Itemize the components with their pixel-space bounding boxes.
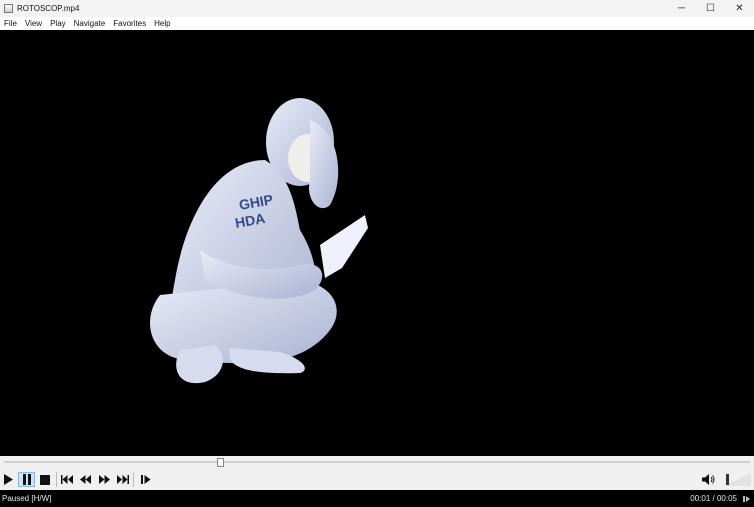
volume-slider[interactable] <box>722 471 752 487</box>
rewind-icon <box>80 475 91 484</box>
pause-button[interactable] <box>18 472 35 487</box>
time-readout: 00:01 / 00:05 <box>690 494 737 503</box>
menu-bar: File View Play Navigate Favorites Help <box>0 17 754 30</box>
skip-back-button[interactable] <box>58 472 75 487</box>
seek-thumb[interactable] <box>217 458 225 467</box>
menu-play[interactable]: Play <box>46 19 70 28</box>
play-button[interactable] <box>0 472 17 487</box>
minimize-button[interactable]: ─ <box>667 0 696 17</box>
stop-button[interactable] <box>36 472 53 487</box>
separator <box>133 472 134 487</box>
volume-icon <box>701 474 714 485</box>
playback-controls <box>0 469 754 490</box>
seek-track[interactable] <box>4 461 750 463</box>
skip-forward-icon <box>116 475 129 484</box>
frame-step-button[interactable] <box>137 472 154 487</box>
maximize-button[interactable]: ☐ <box>696 0 725 17</box>
video-frame-figure: GHIP HDA <box>150 98 368 384</box>
menu-help[interactable]: Help <box>150 19 174 28</box>
menu-navigate[interactable]: Navigate <box>70 19 110 28</box>
app-icon <box>4 4 13 13</box>
frame-step-icon <box>140 475 150 484</box>
menu-file[interactable]: File <box>0 19 21 28</box>
fast-forward-icon <box>99 475 110 484</box>
video-area[interactable]: GHIP HDA <box>0 30 754 456</box>
separator <box>56 472 57 487</box>
skip-forward-button[interactable] <box>114 472 131 487</box>
play-icon <box>4 474 13 485</box>
pause-icon <box>22 474 31 485</box>
seek-bar[interactable] <box>0 456 754 469</box>
title-bar: ROTOSCOP.mp4 ─ ☐ ✕ <box>0 0 754 17</box>
stats-icon[interactable] <box>743 495 750 502</box>
volume-button[interactable] <box>700 472 717 487</box>
close-button[interactable]: ✕ <box>725 0 754 17</box>
playback-state: Paused [H/W] <box>2 494 52 503</box>
fast-forward-button[interactable] <box>96 472 113 487</box>
rewind-button[interactable] <box>77 472 94 487</box>
skip-back-icon <box>60 475 73 484</box>
stop-icon <box>39 474 50 485</box>
menu-view[interactable]: View <box>21 19 46 28</box>
menu-favorites[interactable]: Favorites <box>109 19 150 28</box>
window-title: ROTOSCOP.mp4 <box>17 4 80 13</box>
status-bar: Paused [H/W] 00:01 / 00:05 <box>0 490 754 507</box>
volume-slider-thumb[interactable] <box>726 474 729 485</box>
window-controls: ─ ☐ ✕ <box>667 0 754 17</box>
